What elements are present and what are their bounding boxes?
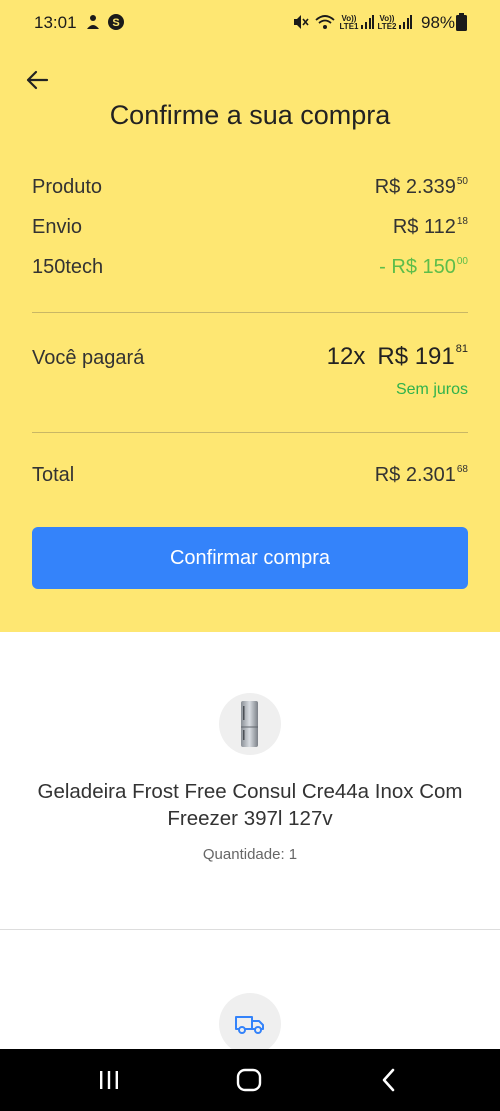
- row-value-shipping: R$ 11218: [392, 216, 468, 238]
- row-value-discount: - R$ 15000: [379, 256, 468, 278]
- home-icon[interactable]: [235, 1066, 263, 1094]
- refrigerator-image: [241, 701, 258, 747]
- row-label-coupon: 150tech: [32, 256, 104, 278]
- battery-icon: [456, 13, 467, 31]
- back-nav-icon[interactable]: [375, 1066, 403, 1094]
- product-title: Geladeira Frost Free Consul Cre44a Inox …: [37, 780, 463, 830]
- back-arrow-icon[interactable]: [25, 68, 49, 92]
- product-thumbnail[interactable]: [219, 693, 281, 755]
- s-app-icon: S: [108, 14, 124, 30]
- notification-icon: [87, 15, 99, 29]
- divider: [32, 432, 468, 433]
- recent-apps-icon[interactable]: [95, 1066, 123, 1094]
- pay-label: Você pagará: [32, 347, 145, 369]
- total-label: Total: [32, 464, 75, 486]
- page-title: Confirme a sua compra: [109, 100, 391, 130]
- network-label-2: Vo)) LTE2: [377, 14, 397, 31]
- installment-value: 12x R$ 19181: [326, 343, 468, 370]
- divider: [32, 312, 468, 313]
- total-value: R$ 2.30168: [374, 464, 468, 486]
- navigation-bar: [0, 1049, 500, 1111]
- confirm-purchase-button[interactable]: Confirmar compra: [32, 527, 468, 589]
- status-bar: 13:01 S Vo)) LTE1 Vo)) LTE2 98%: [0, 0, 500, 42]
- wifi-icon: [315, 15, 335, 29]
- status-time: 13:01: [34, 13, 77, 32]
- network-label-1: Vo)) LTE1: [339, 14, 359, 31]
- signal-icon: [361, 15, 374, 29]
- row-value-product: R$ 2.33950: [374, 176, 468, 198]
- product-quantity: Quantidade: 1: [202, 846, 298, 863]
- row-label-shipping: Envio: [32, 216, 83, 238]
- truck-icon: [235, 1016, 264, 1034]
- svg-text:S: S: [112, 17, 119, 29]
- mute-icon: [294, 15, 309, 29]
- no-interest-label: Sem juros: [395, 381, 468, 398]
- section-divider: [0, 929, 500, 930]
- signal-icon: [399, 15, 412, 29]
- row-label-product: Produto: [32, 176, 103, 198]
- shipping-icon-container: [219, 993, 281, 1055]
- battery-level: 98%: [421, 13, 456, 32]
